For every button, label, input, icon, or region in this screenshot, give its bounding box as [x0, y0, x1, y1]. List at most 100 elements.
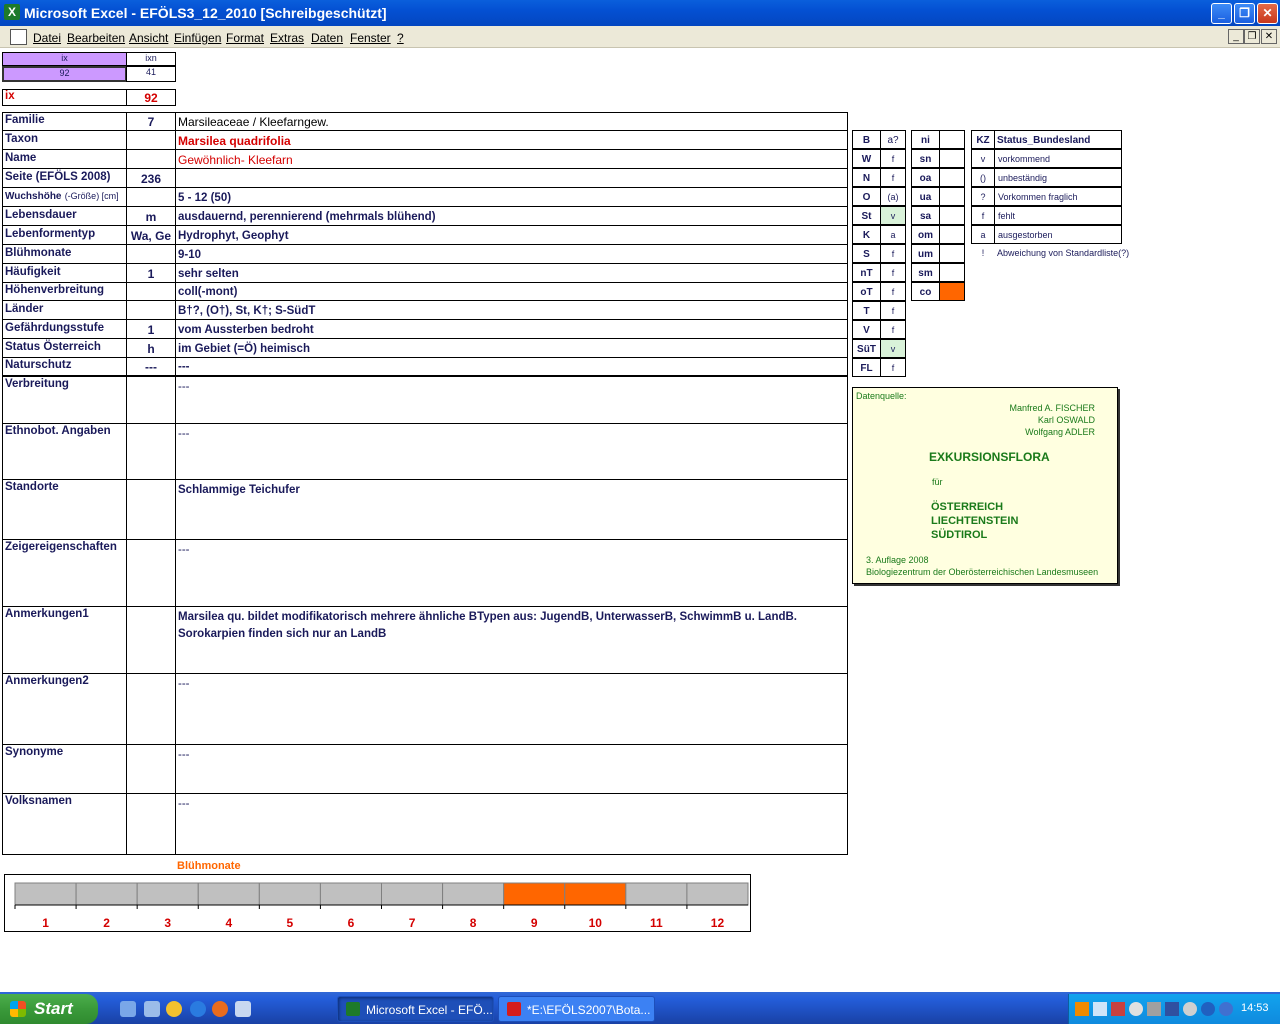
- note-label-7: Volksnamen: [2, 793, 127, 855]
- excel-task-icon: [346, 1002, 360, 1016]
- tray-icon-3[interactable]: [1111, 1002, 1125, 1016]
- row-code-6[interactable]: Wa, Ge: [126, 225, 176, 245]
- note-value-6[interactable]: ---: [175, 744, 848, 794]
- bloom-month-label-5: 5: [287, 916, 294, 930]
- network-icon[interactable]: [1093, 1002, 1107, 1016]
- state-value-3[interactable]: v: [880, 206, 906, 225]
- note-value-line1: Schlammige Teichufer: [178, 484, 300, 496]
- task-excel[interactable]: Microsoft Excel - EFÖ...: [337, 996, 494, 1022]
- region-value-2[interactable]: [939, 187, 965, 206]
- note-value-4[interactable]: Marsilea qu. bildet modifikatorisch mehr…: [175, 606, 848, 674]
- row-value-11[interactable]: vom Aussterben bedroht: [175, 319, 848, 339]
- value-ixn-small[interactable]: 41: [126, 66, 176, 82]
- state-value-9[interactable]: f: [880, 320, 906, 339]
- state-value-4[interactable]: a: [880, 225, 906, 244]
- row-code-7[interactable]: [126, 244, 176, 264]
- region-value-4[interactable]: [939, 225, 965, 244]
- row-code-8[interactable]: 1: [126, 263, 176, 283]
- note-code-0[interactable]: [126, 376, 176, 424]
- internet-explorer-icon[interactable]: [190, 1001, 206, 1017]
- bloom-chart: 1 2 3 4 5 6 7 8 9 10 11 12: [4, 874, 751, 932]
- row-value-0[interactable]: Marsileaceae / Kleefarngew.: [175, 112, 848, 131]
- tray-icon-1[interactable]: [1075, 1002, 1089, 1016]
- state-value-1[interactable]: f: [880, 168, 906, 187]
- desktop-icon[interactable]: [120, 1001, 136, 1017]
- region-value-7[interactable]: [939, 282, 965, 301]
- note-value-0[interactable]: ---: [175, 376, 848, 424]
- state-value-2[interactable]: (a): [880, 187, 906, 206]
- search-icon[interactable]: [1129, 1002, 1143, 1016]
- note-code-1[interactable]: [126, 423, 176, 480]
- note-code-6[interactable]: [126, 744, 176, 794]
- info-icon[interactable]: [1201, 1002, 1215, 1016]
- note-code-2[interactable]: [126, 479, 176, 540]
- header-ix[interactable]: ix: [2, 52, 127, 66]
- value-ix-small[interactable]: 92: [2, 66, 127, 82]
- bloom-month-label-2: 2: [103, 916, 110, 930]
- ix-value[interactable]: 92: [126, 89, 176, 106]
- row-value-12[interactable]: im Gebiet (=Ö) heimisch: [175, 338, 848, 358]
- note-value-1[interactable]: ---: [175, 423, 848, 480]
- row-value-13[interactable]: ---: [175, 357, 848, 376]
- state-value-8[interactable]: f: [880, 301, 906, 320]
- row-code-3[interactable]: 236: [126, 168, 176, 188]
- note-value-2[interactable]: Schlammige Teichufer: [175, 479, 848, 540]
- state-code-1: N: [852, 168, 881, 187]
- outlook-icon[interactable]: [235, 1001, 251, 1017]
- state-value-11[interactable]: f: [880, 358, 906, 377]
- note-value-5[interactable]: ---: [175, 673, 848, 745]
- row-value-9[interactable]: coll(-mont): [175, 282, 848, 301]
- state-value-6[interactable]: f: [880, 263, 906, 282]
- row-code-12[interactable]: h: [126, 338, 176, 358]
- region-value-0[interactable]: [939, 149, 965, 168]
- firefox-icon[interactable]: [212, 1001, 228, 1017]
- media-player-icon[interactable]: [166, 1001, 182, 1017]
- legend-code-2: ?: [971, 187, 995, 206]
- row-value-5[interactable]: ausdauernd, perennierend (mehrmals blühe…: [175, 206, 848, 226]
- note-code-3[interactable]: [126, 539, 176, 607]
- row-value-8[interactable]: sehr selten: [175, 263, 848, 283]
- row-value-10[interactable]: B†?, (O†), St, K†; S-SüdT: [175, 300, 848, 320]
- task-folder[interactable]: *E:\EFÖLS2007\Bota...: [498, 996, 655, 1022]
- region-head-val[interactable]: [939, 130, 965, 149]
- row-code-13[interactable]: ---: [126, 357, 176, 376]
- tray-icon-9[interactable]: [1219, 1002, 1233, 1016]
- row-value-2[interactable]: Gewöhnlich- Kleefarn: [175, 149, 848, 169]
- explorer-icon[interactable]: [144, 1001, 160, 1017]
- row-code-0[interactable]: 7: [126, 112, 176, 131]
- shield-icon[interactable]: [1165, 1002, 1179, 1016]
- note-value-7[interactable]: ---: [175, 793, 848, 855]
- note-code-7[interactable]: [126, 793, 176, 855]
- state-value-5[interactable]: f: [880, 244, 906, 263]
- publisher: Biologiezentrum der Oberösterreichischen…: [866, 567, 1099, 577]
- state-value-0[interactable]: f: [880, 149, 906, 168]
- region-code-1: oa: [911, 168, 940, 187]
- row-code-11[interactable]: 1: [126, 319, 176, 339]
- row-value-1[interactable]: Marsilea quadrifolia: [175, 130, 848, 150]
- row-code-1[interactable]: [126, 130, 176, 150]
- region-value-1[interactable]: [939, 168, 965, 187]
- tray-icon-7[interactable]: [1183, 1002, 1197, 1016]
- row-label-text: Seite (EFÖLS 2008): [5, 171, 111, 183]
- note-code-5[interactable]: [126, 673, 176, 745]
- note-value-3[interactable]: ---: [175, 539, 848, 607]
- region-value-5[interactable]: [939, 244, 965, 263]
- row-code-10[interactable]: [126, 300, 176, 320]
- header-ixn[interactable]: ixn: [126, 52, 176, 66]
- row-code-4[interactable]: [126, 187, 176, 207]
- row-code-5[interactable]: m: [126, 206, 176, 226]
- start-button[interactable]: Start: [0, 994, 98, 1024]
- region-value-6[interactable]: [939, 263, 965, 282]
- note-code-4[interactable]: [126, 606, 176, 674]
- tray-icon-5[interactable]: [1147, 1002, 1161, 1016]
- row-value-7[interactable]: 9-10: [175, 244, 848, 264]
- row-value-3[interactable]: [175, 168, 848, 188]
- row-value-6[interactable]: Hydrophyt, Geophyt: [175, 225, 848, 245]
- state-value-7[interactable]: f: [880, 282, 906, 301]
- state-value-10[interactable]: v: [880, 339, 906, 358]
- row-code-2[interactable]: [126, 149, 176, 169]
- row-value-4[interactable]: 5 - 12 (50): [175, 187, 848, 207]
- row-code-9[interactable]: [126, 282, 176, 301]
- state-code-9: V: [852, 320, 881, 339]
- region-value-3[interactable]: [939, 206, 965, 225]
